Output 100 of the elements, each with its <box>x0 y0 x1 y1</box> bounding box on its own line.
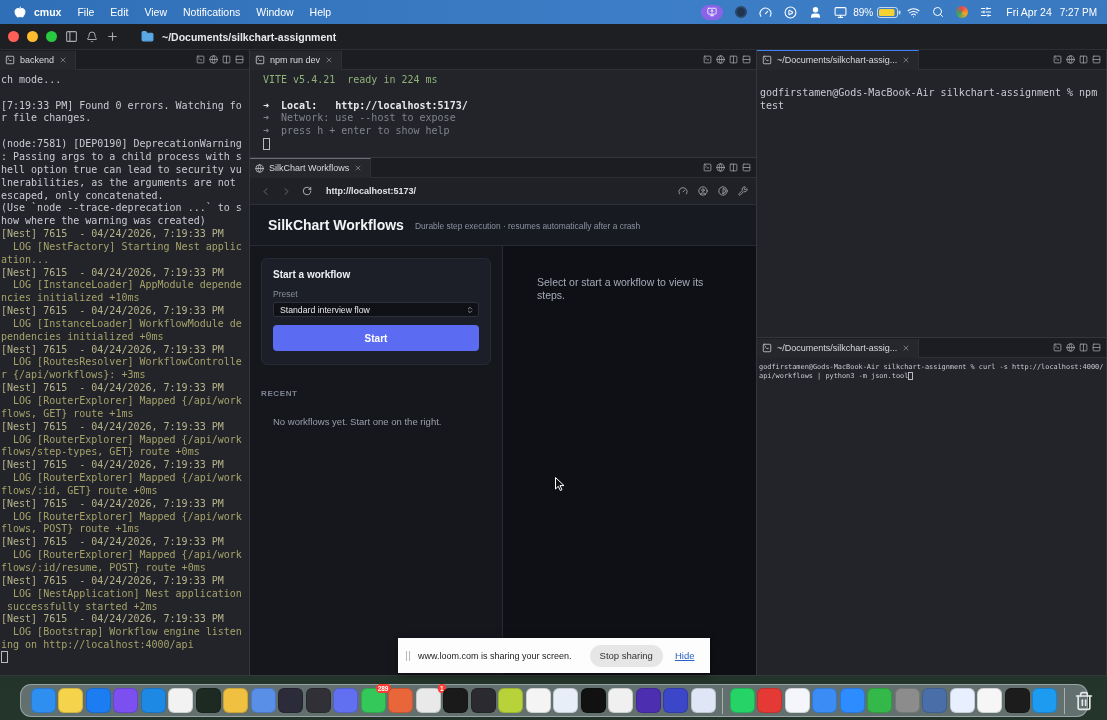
dock-app-icon[interactable] <box>553 688 578 713</box>
gauge-icon[interactable] <box>678 186 688 196</box>
dock-app-icon[interactable] <box>498 688 523 713</box>
new-terminal-icon[interactable] <box>1053 55 1062 64</box>
dock-app-icon[interactable] <box>1004 688 1030 713</box>
split-rows-icon[interactable] <box>742 55 751 64</box>
control-center-icon[interactable] <box>980 6 993 18</box>
pane-tab[interactable]: backend <box>0 50 77 70</box>
search-icon[interactable] <box>932 6 945 18</box>
battery-icon[interactable] <box>877 6 902 18</box>
apple-icon[interactable] <box>14 6 26 18</box>
close-icon[interactable] <box>902 56 911 64</box>
globe-icon[interactable] <box>1066 343 1075 352</box>
globe-icon[interactable] <box>716 163 725 172</box>
app-title: SilkChart Workflows <box>268 217 404 233</box>
drag-handle-icon[interactable] <box>406 650 410 661</box>
reload-icon[interactable] <box>302 186 312 196</box>
screen-share-icon[interactable] <box>701 4 724 20</box>
zoom-window-button[interactable] <box>46 31 57 42</box>
menu-item[interactable]: Edit <box>102 6 137 18</box>
terminal-line: test <box>760 99 785 111</box>
dock-app-icon[interactable] <box>977 688 1002 713</box>
dock-app-icon[interactable] <box>867 688 892 713</box>
close-icon[interactable] <box>902 344 911 352</box>
new-terminal-icon[interactable] <box>196 55 205 64</box>
new-terminal-icon[interactable] <box>1053 343 1062 352</box>
new-terminal-icon[interactable] <box>703 55 712 64</box>
split-rows-icon[interactable] <box>235 55 244 64</box>
dock-app-icon[interactable] <box>949 688 975 713</box>
play-icon[interactable] <box>784 5 798 19</box>
dock-app-icon[interactable] <box>415 688 441 713</box>
time-text[interactable]: 7:27 PM <box>1059 6 1101 18</box>
dock-app-icon[interactable] <box>305 688 331 713</box>
dock-app-icon[interactable] <box>443 688 468 713</box>
terminal-icon <box>255 55 265 65</box>
terminal-line: [Nest] 7615 - 04/24/2026, 7:19:33 PM <box>1 420 224 432</box>
split-columns-icon[interactable] <box>222 55 231 64</box>
contrast-icon[interactable] <box>718 186 728 196</box>
preset-select[interactable]: Standard interview flow <box>273 302 479 317</box>
dock-app-icon[interactable] <box>470 688 496 713</box>
pane-tab[interactable]: ~/Documents/silkchart-assig... <box>757 50 920 70</box>
gauge-icon[interactable] <box>759 5 773 19</box>
battery-percentage: 89% <box>853 6 875 18</box>
terminal-line: (Use `node --trace-deprecation ...` to s <box>1 202 242 214</box>
globe-icon[interactable] <box>716 55 725 64</box>
terminal-line: ch mode... <box>1 73 62 85</box>
split-columns-icon[interactable] <box>729 55 738 64</box>
dock-app-icon[interactable] <box>635 688 661 713</box>
dock-app-icon[interactable] <box>525 688 551 713</box>
close-icon[interactable] <box>325 56 334 64</box>
date-text[interactable]: Fri Apr 24 <box>998 6 1060 18</box>
split-rows-icon[interactable] <box>1092 55 1101 64</box>
colorful-circle-icon[interactable] <box>956 6 969 18</box>
pane-tab[interactable]: SilkChart Workflows <box>250 158 372 178</box>
user-circle-icon[interactable] <box>698 186 708 196</box>
split-columns-icon[interactable] <box>729 163 738 172</box>
app-menu[interactable]: cmux <box>26 6 70 18</box>
pane-tab[interactable]: ~/Documents/silkchart-assig... <box>757 338 920 358</box>
split-columns-icon[interactable] <box>1079 55 1088 64</box>
url-field[interactable]: http://localhost:5173/ <box>326 186 416 196</box>
dock-app-icon[interactable] <box>690 688 716 713</box>
split-rows-icon[interactable] <box>742 163 751 172</box>
display-icon[interactable] <box>834 5 848 19</box>
dock-app-icon[interactable] <box>223 688 248 713</box>
record-icon[interactable] <box>735 6 748 18</box>
dock-app-icon[interactable] <box>58 688 83 713</box>
split-columns-icon[interactable] <box>1079 343 1088 352</box>
wrench-icon[interactable] <box>738 186 748 196</box>
menu-item[interactable]: Window <box>248 6 302 18</box>
dock-app-icon[interactable] <box>580 688 606 713</box>
menu-item[interactable]: File <box>69 6 103 18</box>
menu-item[interactable]: View <box>136 6 176 18</box>
monitor-icon <box>707 7 718 17</box>
globe-icon[interactable] <box>1066 55 1075 64</box>
plus-icon[interactable] <box>106 30 119 43</box>
pane-tab[interactable]: npm run dev <box>250 50 343 70</box>
dock-app-icon[interactable] <box>278 688 303 713</box>
close-icon[interactable] <box>59 56 68 64</box>
terminal-line: [Nest] 7615 - 04/24/2026, 7:19:33 PM <box>1 382 224 394</box>
stop-sharing-button[interactable]: Stop sharing <box>589 644 663 667</box>
close-window-button[interactable] <box>8 31 19 42</box>
menu-item[interactable]: Notifications <box>175 6 249 18</box>
dock-app-icon[interactable] <box>729 688 755 713</box>
start-button[interactable]: Start <box>273 325 479 351</box>
hide-link[interactable]: Hide <box>674 650 695 661</box>
new-terminal-icon[interactable] <box>703 163 712 172</box>
bell-icon[interactable] <box>86 30 98 43</box>
dock-app-icon[interactable] <box>195 688 221 713</box>
menu-item[interactable]: Help <box>301 6 340 18</box>
dock-app-icon[interactable] <box>784 688 810 713</box>
close-icon[interactable] <box>354 164 363 172</box>
sidebar-icon[interactable] <box>65 30 78 43</box>
dock-app-icon[interactable] <box>360 688 386 713</box>
user-icon[interactable] <box>809 5 823 19</box>
globe-icon[interactable] <box>209 55 218 64</box>
minimize-window-button[interactable] <box>27 31 38 42</box>
split-rows-icon[interactable] <box>1092 343 1101 352</box>
dock-app-icon[interactable] <box>168 688 193 713</box>
dock-app-icon[interactable] <box>608 688 633 713</box>
wifi-icon[interactable] <box>907 5 921 19</box>
